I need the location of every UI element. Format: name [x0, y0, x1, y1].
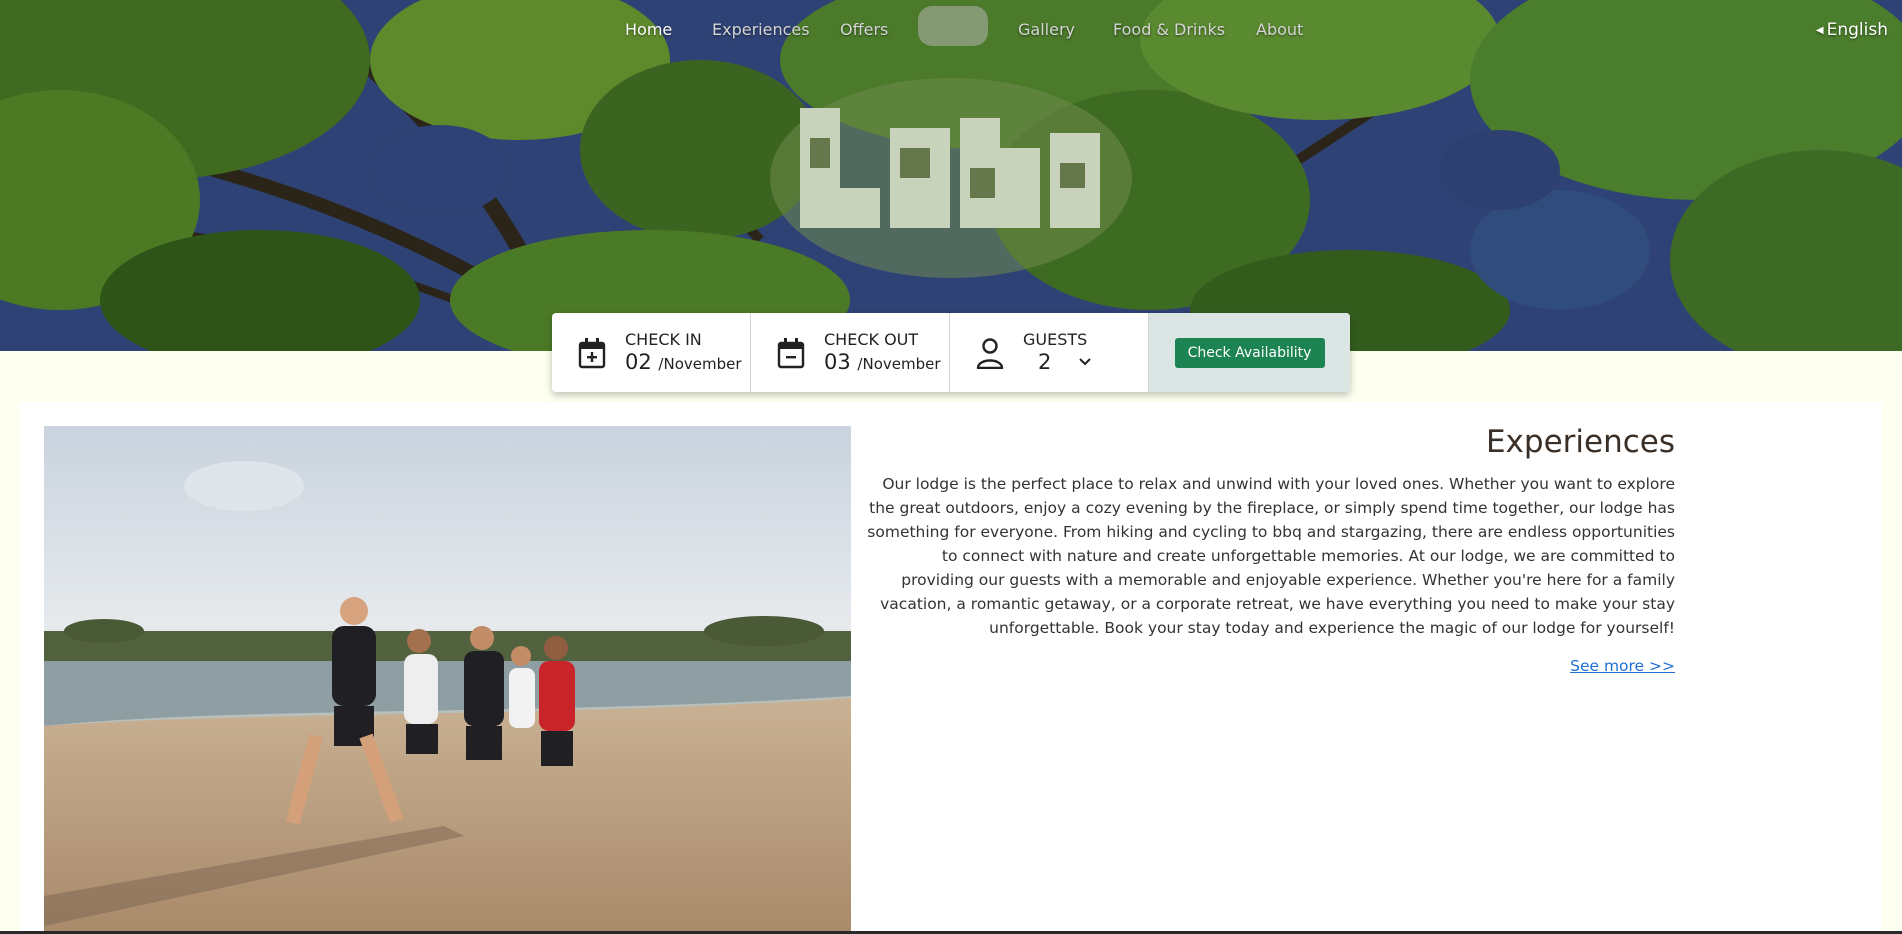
experiences-title: Experiences — [1485, 424, 1675, 460]
chevron-down-icon[interactable] — [1078, 357, 1092, 367]
person-icon — [976, 338, 1004, 369]
language-label: English — [1826, 20, 1888, 40]
guests-value: 2 — [1038, 350, 1052, 374]
guests-label: GUESTS — [1023, 330, 1088, 349]
guests-field[interactable]: GUESTS 2 — [950, 313, 1149, 392]
check-in-month: /November — [658, 355, 742, 373]
check-in-value: 02 /November — [625, 350, 742, 374]
check-out-label: CHECK OUT — [824, 330, 919, 349]
experiences-photo — [44, 426, 851, 934]
beach-runners-image — [44, 426, 851, 934]
calendar-plus-icon — [578, 338, 606, 369]
experiences-description: Our lodge is the perfect place to relax … — [867, 475, 1675, 637]
chevron-left-icon: ◀ — [1815, 24, 1824, 36]
check-out-field[interactable]: CHECK OUT 03 /November — [751, 313, 950, 392]
check-out-value: 03 /November — [824, 350, 941, 374]
main-nav: Home Experiences Offers Gallery Food & D… — [0, 20, 1902, 44]
check-out-month: /November — [857, 355, 941, 373]
see-more-link[interactable]: See more >> — [1570, 657, 1675, 675]
check-in-field[interactable]: CHECK IN 02 /November — [552, 313, 751, 392]
experiences-section: Experiences Our lodge is the perfect pla… — [20, 402, 1882, 934]
nav-offers[interactable]: Offers — [840, 20, 888, 39]
nav-food-drinks[interactable]: Food & Drinks — [1113, 20, 1225, 39]
hero-banner: Home Experiences Offers Gallery Food & D… — [0, 0, 1902, 351]
check-availability-button[interactable]: Check Availability — [1174, 337, 1325, 368]
booking-action-area: Check Availability — [1149, 313, 1350, 392]
language-selector[interactable]: ◀ English — [1816, 20, 1888, 40]
nav-about[interactable]: About — [1256, 20, 1303, 39]
nav-experiences[interactable]: Experiences — [712, 20, 810, 39]
nav-gallery[interactable]: Gallery — [1018, 20, 1075, 39]
calendar-minus-icon — [777, 338, 805, 369]
booking-bar: CHECK IN 02 /November CHECK OUT 03 /Nove… — [552, 313, 1350, 392]
nav-home[interactable]: Home — [625, 20, 672, 39]
lodge-logo — [770, 78, 1132, 278]
check-in-label: CHECK IN — [625, 330, 702, 349]
check-in-day: 02 — [625, 350, 652, 374]
check-out-day: 03 — [824, 350, 851, 374]
